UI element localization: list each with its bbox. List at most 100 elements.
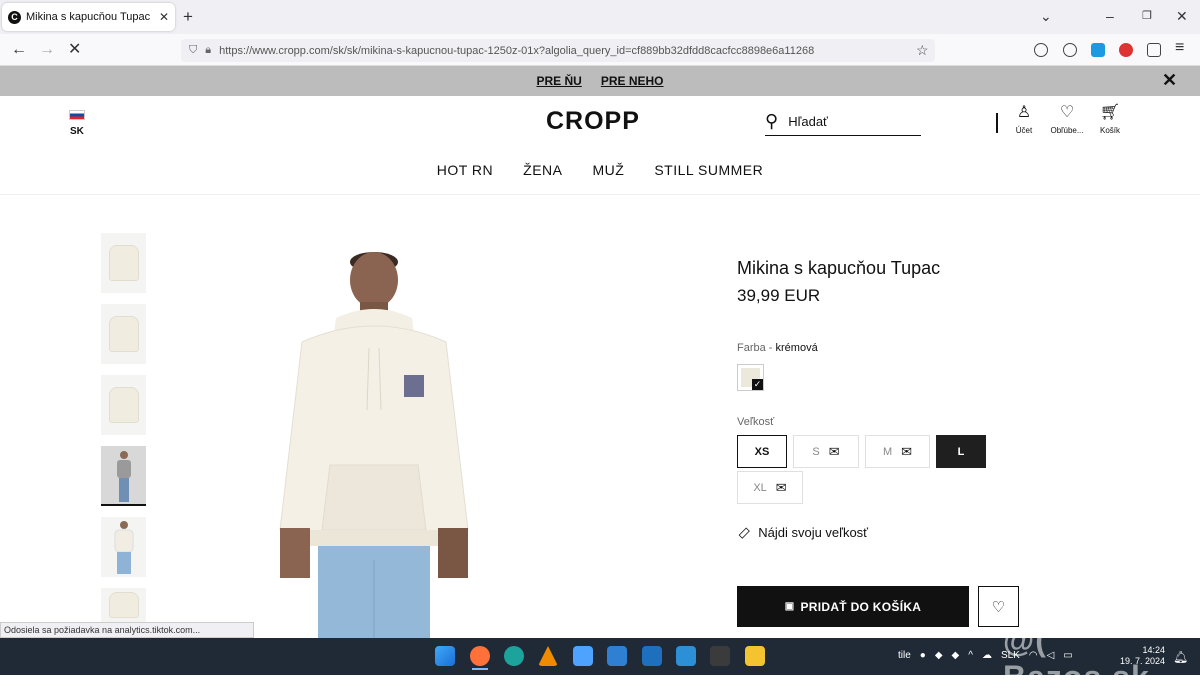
stop-loading-icon[interactable]: ✕ bbox=[68, 42, 81, 58]
promo-bar: PRE ŇU PRE NEHO bbox=[0, 66, 1200, 96]
size-option-l[interactable]: L bbox=[936, 435, 986, 468]
active-app-indicator bbox=[472, 668, 488, 670]
promo-close-icon[interactable]: ✕ bbox=[1162, 70, 1177, 91]
account-label: Účet bbox=[1015, 126, 1033, 135]
bazos-watermark: @( Bazos.sk bbox=[1003, 622, 1150, 695]
heart-icon: ♡ bbox=[991, 598, 1006, 616]
size-m-label: M bbox=[882, 445, 893, 458]
store-icon[interactable] bbox=[573, 646, 593, 666]
size-xl-label: XL bbox=[753, 481, 767, 494]
close-window-icon[interactable]: ✕ bbox=[1176, 8, 1188, 24]
add-to-cart-label: PRIDAŤ DO KOŠÍKA bbox=[800, 599, 922, 614]
minimize-icon[interactable]: – bbox=[1106, 8, 1114, 24]
cart-icon: 🛒︎ bbox=[1099, 104, 1121, 121]
add-to-wishlist-button[interactable]: ♡ bbox=[978, 586, 1019, 627]
size-option-m[interactable]: M ✉ bbox=[865, 435, 930, 468]
heart-icon: ♡ bbox=[1059, 104, 1075, 121]
account-icon[interactable] bbox=[1063, 43, 1077, 57]
nav-item-muz[interactable]: MUŽ bbox=[592, 162, 624, 178]
color-value: krémová bbox=[775, 342, 818, 354]
size-label: Veľkosť bbox=[737, 416, 775, 428]
extensions-puzzle-icon[interactable] bbox=[1147, 43, 1161, 57]
forward-icon[interactable]: → bbox=[39, 42, 55, 58]
app-icon[interactable] bbox=[710, 646, 730, 666]
security-icon[interactable]: ◆ bbox=[935, 650, 943, 661]
nav-item-still-summer[interactable]: STILL SUMMER bbox=[654, 162, 763, 178]
account-button[interactable]: ♙ Účet bbox=[1004, 104, 1044, 135]
menu-icon[interactable]: ≡ bbox=[1175, 40, 1184, 56]
language-selector[interactable]: SK bbox=[70, 126, 84, 137]
file-explorer-icon[interactable] bbox=[745, 646, 765, 666]
new-tab-icon[interactable]: + bbox=[183, 8, 193, 25]
tracking-shield-icon[interactable]: ⛉ bbox=[189, 44, 197, 57]
size-option-xl[interactable]: XL ✉ bbox=[737, 471, 803, 504]
restore-icon[interactable]: ❐ bbox=[1142, 8, 1152, 24]
size-option-xs[interactable]: XS bbox=[737, 435, 787, 468]
envelope-notify-icon: ✉ bbox=[901, 443, 913, 459]
hidden-icons-chevron-icon[interactable]: ^ bbox=[968, 650, 973, 661]
back-icon[interactable]: ← bbox=[11, 42, 27, 58]
size-s-label: S bbox=[812, 445, 820, 458]
checkmark-icon: ✓ bbox=[752, 379, 763, 390]
active-thumbnail-indicator bbox=[101, 504, 146, 506]
bookmark-star-icon[interactable]: ☆ bbox=[916, 42, 929, 59]
product-thumbnail[interactable] bbox=[101, 304, 146, 364]
product-thumbnail[interactable] bbox=[101, 233, 146, 293]
user-icon: ♙ bbox=[1016, 104, 1032, 121]
skype-icon[interactable]: ● bbox=[920, 650, 926, 661]
find-size-text: Nájdi svoju veľkosť bbox=[758, 525, 869, 540]
mail-icon[interactable] bbox=[642, 646, 662, 666]
nav-item-hot-rn[interactable]: HOT RN bbox=[437, 162, 493, 178]
size-l-label: L bbox=[957, 445, 965, 458]
tab-title: Mikina s kapucňou Tupac Farba bbox=[26, 11, 154, 23]
browser-tab[interactable]: C Mikina s kapucňou Tupac Farba ✕ bbox=[2, 3, 175, 31]
product-thumbnail[interactable] bbox=[101, 446, 146, 506]
promo-link-him[interactable]: PRE NEHO bbox=[601, 74, 664, 88]
wishlist-button[interactable]: ♡ Obľúbe... bbox=[1047, 104, 1087, 135]
cloud-icon[interactable]: ☁ bbox=[982, 650, 992, 661]
product-price: 39,99 EUR bbox=[737, 286, 821, 305]
product-thumbnail[interactable] bbox=[101, 588, 146, 622]
color-label-prefix: Farba - bbox=[737, 342, 776, 354]
wishlist-label: Obľúbe... bbox=[1050, 126, 1084, 135]
site-favicon-icon: C bbox=[8, 10, 21, 24]
close-tab-icon[interactable]: ✕ bbox=[159, 10, 169, 24]
main-nav: HOT RN ŽENA MUŽ STILL SUMMER bbox=[0, 162, 1200, 178]
nav-item-zena[interactable]: ŽENA bbox=[523, 162, 562, 178]
search-icon: ⚲ bbox=[765, 111, 779, 131]
add-to-cart-button[interactable]: ▣ PRIDAŤ DO KOŠÍKA bbox=[737, 586, 969, 627]
tab-bar bbox=[0, 0, 1200, 34]
size-option-s[interactable]: S ✉ bbox=[793, 435, 859, 468]
extension-icon[interactable] bbox=[1091, 43, 1105, 57]
product-title: Mikina s kapucňou Tupac bbox=[737, 258, 941, 278]
product-thumbnail[interactable] bbox=[101, 517, 146, 577]
cropp-logo[interactable]: CROPP bbox=[546, 107, 640, 136]
browser-status-text: Odosiela sa požiadavka na analytics.tikt… bbox=[0, 622, 254, 638]
slovakia-flag-icon[interactable] bbox=[69, 110, 85, 120]
url-text[interactable]: https://www.cropp.com/sk/sk/mikina-s-kap… bbox=[219, 45, 814, 57]
search-input[interactable]: ⚲ Hľadať bbox=[765, 108, 921, 136]
adblock-extension-icon[interactable] bbox=[1119, 43, 1133, 57]
app-tray-icon[interactable]: ◆ bbox=[952, 650, 960, 661]
bag-icon: ▣ bbox=[784, 601, 795, 612]
product-main-image[interactable] bbox=[240, 240, 515, 638]
tab-list-chevron-icon[interactable]: ⌄ bbox=[1040, 8, 1052, 24]
envelope-notify-icon: ✉ bbox=[828, 443, 840, 459]
envelope-notify-icon: ✉ bbox=[775, 479, 787, 495]
tray-app-text[interactable]: tile bbox=[898, 650, 911, 661]
firefox-icon[interactable] bbox=[470, 646, 490, 666]
app-icon[interactable] bbox=[676, 646, 696, 666]
start-button-icon[interactable] bbox=[435, 646, 455, 666]
edge-icon[interactable] bbox=[504, 646, 524, 666]
find-size-link[interactable]: ▭ Nájdi svoju veľkosť bbox=[733, 522, 869, 543]
color-swatch-cream[interactable]: ✓ bbox=[737, 364, 764, 391]
address-bar[interactable]: ⛉ 🔒︎ https://www.cropp.com/sk/sk/mikina-… bbox=[181, 39, 935, 62]
pocket-icon[interactable] bbox=[1034, 43, 1048, 57]
cart-button[interactable]: 🛒︎ Košík bbox=[1090, 104, 1130, 135]
header-separator bbox=[0, 194, 1200, 195]
product-thumbnail[interactable] bbox=[101, 375, 146, 435]
lock-icon[interactable]: 🔒︎ bbox=[205, 44, 211, 57]
ruler-icon: ▭ bbox=[732, 521, 754, 543]
app-icon[interactable] bbox=[607, 646, 627, 666]
promo-link-her[interactable]: PRE ŇU bbox=[536, 74, 581, 88]
